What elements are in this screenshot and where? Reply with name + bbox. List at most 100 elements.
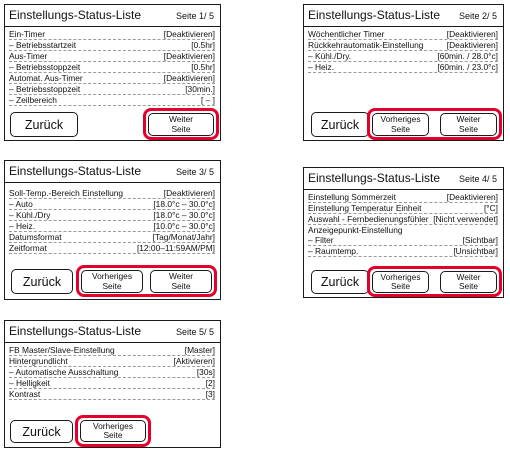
- setting-label: Einstellung Temperatur Einheit: [308, 203, 422, 213]
- previous-page-button[interactable]: Vorheriges Seite: [372, 271, 429, 293]
- list-item: Ein-Timer [Deaktivieren]: [9, 29, 215, 40]
- list-item: Anzeigepunkt-Einstellung: [308, 225, 498, 235]
- screen-page-2: Einstellungs-Status-Liste Seite 2/ 5 Wöc…: [303, 4, 504, 141]
- setting-value: [2]: [205, 378, 215, 388]
- setting-value: [60min. / 28.0°c]: [437, 51, 498, 61]
- setting-label: – Helligkeit: [9, 378, 50, 388]
- setting-label: – Betriebsstartzeit: [9, 40, 77, 50]
- setting-value: [3]: [205, 389, 215, 399]
- settings-list: Ein-Timer [Deaktivieren] – Betriebsstartz…: [9, 29, 215, 106]
- setting-label: – Heiz.: [308, 62, 335, 72]
- button-label-line: Seite: [390, 281, 411, 291]
- list-item: – Heiz. [60min. / 23.0°c]: [308, 62, 498, 73]
- setting-value: [Deaktivieren]: [163, 188, 215, 198]
- setting-value: [0.5hr]: [191, 62, 215, 72]
- list-item: – Kühl./Dry. [60min. / 28.0°c]: [308, 51, 498, 62]
- setting-value: [60min. / 23.0°c]: [437, 62, 498, 72]
- screen-header: Einstellungs-Status-Liste Seite 5/ 5: [5, 321, 220, 343]
- previous-page-button[interactable]: Vorheriges Seite: [372, 113, 429, 136]
- button-label-line: Seite: [458, 123, 479, 134]
- setting-value: [30min.]: [185, 84, 215, 94]
- setting-label: FB Master/Slave-Einstellung: [9, 345, 115, 355]
- list-item: – Raumtemp. [Unsichtbar]: [308, 246, 498, 257]
- setting-value: [Deaktivieren]: [163, 51, 215, 61]
- previous-page-button[interactable]: Vorheriges Seite: [81, 270, 143, 293]
- setting-label: – Kühl./Dry.: [308, 51, 352, 61]
- setting-value: [ – ]: [201, 95, 215, 105]
- screen-title: Einstellungs-Status-Liste: [9, 324, 142, 338]
- screen-title: Einstellungs-Status-Liste: [308, 171, 441, 185]
- list-item: Hintergrundlicht [Aktivieren]: [9, 356, 215, 367]
- screen-header: Einstellungs-Status-Liste Seite 4/ 5: [304, 168, 503, 190]
- list-item: Kontrast [3]: [9, 389, 215, 400]
- back-button[interactable]: Zurück: [311, 270, 369, 294]
- page-indicator: Seite 5/ 5: [175, 327, 214, 337]
- screen-page-4: Einstellungs-Status-Liste Seite 4/ 5 Ein…: [303, 167, 504, 298]
- setting-label: Auswahl - Fernbedienungsfühler: [308, 214, 429, 224]
- screen-title: Einstellungs-Status-Liste: [9, 8, 142, 22]
- setting-label: Datumsformat: [9, 232, 62, 242]
- back-button[interactable]: Zurück: [10, 112, 78, 137]
- setting-label: – Auto: [9, 199, 33, 209]
- setting-label: – Betriebsstoppzeit: [9, 84, 81, 94]
- list-item: – Auto [18.0°c – 30.0°c]: [9, 199, 215, 210]
- setting-label: – Automatische Ausschaltung: [9, 367, 119, 377]
- screen-header: Einstellungs-Status-Liste Seite 3/ 5: [5, 161, 220, 183]
- setting-label: – Betriebsstoppzeit: [9, 62, 81, 72]
- page-indicator: Seite 4/ 5: [458, 174, 497, 184]
- list-item: – Automatische Ausschaltung [30s]: [9, 367, 215, 378]
- setting-label: – Kühl./Dry: [9, 210, 51, 220]
- next-page-button[interactable]: Weiter Seite: [440, 113, 497, 136]
- setting-value: [Aktivieren]: [173, 356, 215, 366]
- setting-label: – Filter: [308, 235, 334, 245]
- button-label-line: Seite: [103, 430, 123, 440]
- setting-label: – Zeilbereich: [9, 95, 57, 105]
- setting-label: Wöchentlicher Timer: [308, 29, 385, 39]
- setting-value: [Nicht verwendet]: [433, 214, 498, 224]
- settings-list: FB Master/Slave-Einstellung [Master] Hint…: [9, 345, 215, 400]
- list-item: – Filter [Sichtbar]: [308, 235, 498, 246]
- back-button[interactable]: Zurück: [311, 112, 369, 137]
- setting-value: [18.0°c – 30.0°c]: [153, 210, 215, 220]
- setting-label: Zeitformat: [9, 243, 47, 253]
- list-item: Automat. Aus-Timer [Deaktivieren]: [9, 73, 215, 84]
- back-button[interactable]: Zurück: [11, 269, 73, 294]
- next-page-button[interactable]: Weiter Seite: [440, 271, 497, 293]
- setting-label: – Heiz.: [9, 221, 36, 231]
- settings-list: Wöchentlicher Timer [Deaktivieren] Rückke…: [308, 29, 498, 73]
- setting-label: – Raumtemp.: [308, 246, 359, 256]
- screen-page-5: Einstellungs-Status-Liste Seite 5/ 5 FB …: [4, 320, 221, 448]
- setting-label: Aus-Timer: [9, 51, 48, 61]
- button-label-line: Seite: [390, 123, 411, 134]
- setting-value: [Deaktivieren]: [446, 40, 498, 50]
- list-item: Wöchentlicher Timer [Deaktivieren]: [308, 29, 498, 40]
- screen-page-1: Einstellungs-Status-Liste Seite 1/ 5 Ein…: [4, 4, 221, 141]
- settings-list: Soll-Temp.-Bereich Einstellung [Deaktivie…: [9, 188, 215, 254]
- setting-label: Kontrast: [9, 389, 41, 399]
- list-item: – Heiz. [10.0°c – 30.0°c]: [9, 221, 215, 232]
- list-item: Soll-Temp.-Bereich Einstellung [Deaktivie…: [9, 188, 215, 199]
- list-item: – Betriebsstoppzeit [30min.]: [9, 84, 215, 95]
- setting-value: [0.5hr]: [191, 40, 215, 50]
- previous-page-button[interactable]: Vorheriges Seite: [80, 420, 146, 442]
- button-label-line: Seite: [458, 281, 479, 291]
- setting-value: [Unsichtbar]: [453, 246, 498, 256]
- list-item: – Betriebsstoppzeit [0.5hr]: [9, 62, 215, 73]
- screen-title: Einstellungs-Status-Liste: [9, 164, 142, 178]
- back-button[interactable]: Zurück: [10, 420, 73, 443]
- list-item: Aus-Timer [Deaktivieren]: [9, 51, 215, 62]
- list-item: Datumsformat [Tag/Monat/Jahr]: [9, 232, 215, 243]
- next-page-button[interactable]: Weiter Seite: [148, 113, 214, 136]
- screen-header: Einstellungs-Status-Liste Seite 1/ 5: [5, 5, 220, 27]
- list-item: Auswahl - Fernbedienungsfühler [Nicht ver…: [308, 214, 498, 225]
- list-item: – Betriebsstartzeit [0.5hr]: [9, 40, 215, 51]
- setting-label: Soll-Temp.-Bereich Einstellung: [9, 188, 124, 198]
- list-item: Rückkehrautomatik-Einstellung [Deaktivier…: [308, 40, 498, 51]
- screen-header: Einstellungs-Status-Liste Seite 2/ 5: [304, 5, 503, 27]
- list-item: – Kühl./Dry [18.0°c – 30.0°c]: [9, 210, 215, 221]
- setting-label: Ein-Timer: [9, 29, 45, 39]
- next-page-button[interactable]: Weiter Seite: [150, 270, 212, 293]
- list-item: – Helligkeit [2]: [9, 378, 215, 389]
- setting-value: [Deaktivieren]: [163, 29, 215, 39]
- setting-value: [Deaktivieren]: [163, 73, 215, 83]
